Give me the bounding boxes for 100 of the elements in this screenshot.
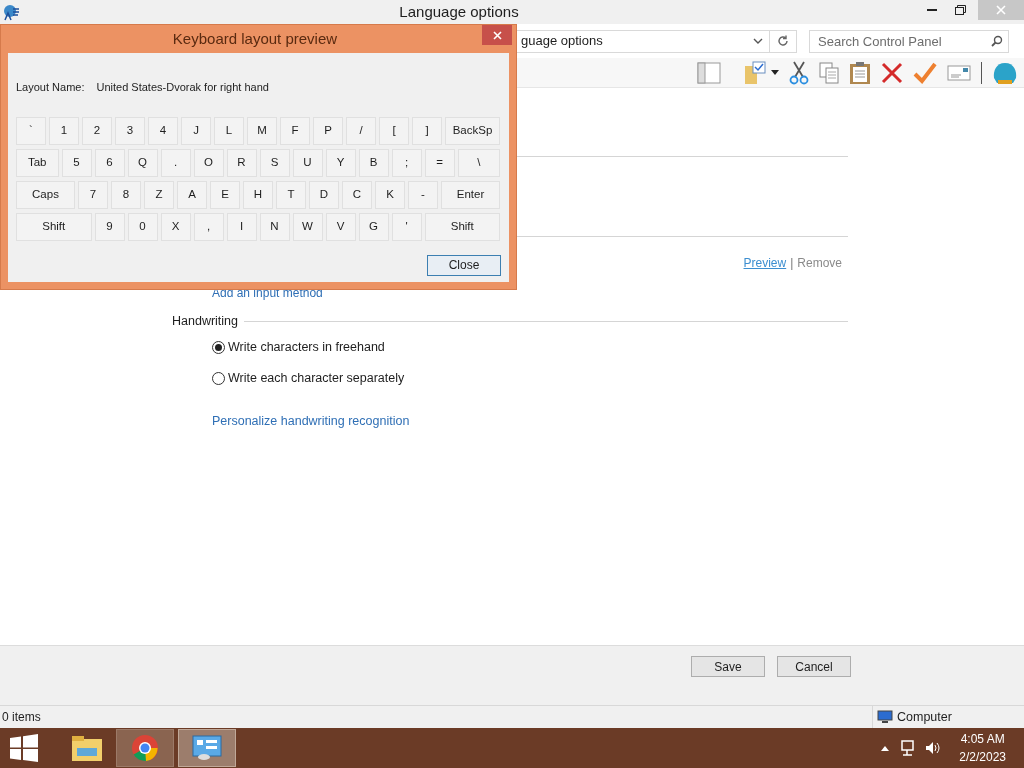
handwriting-link[interactable]: Personalize handwriting recognition [212,411,410,431]
keyboard-key: Shift [16,212,92,241]
radio-button[interactable] [212,371,225,385]
keyboard-key: A [177,180,207,209]
keyboard-key: 9 [94,212,125,241]
status-text: 0 items [1,709,42,726]
keyboard-key: Caps [16,180,75,209]
layout-label: Layout Name: [16,80,85,95]
checkmark-icon[interactable] [913,61,937,84]
chevron-icon [753,37,763,45]
keyboard-key: I [226,212,257,241]
keyboard-key: ] [412,116,442,145]
keyboard-key: N [259,212,290,241]
keyboard-key: BackSp [445,116,500,145]
keyboard-key: P [313,116,343,145]
keyboard-key: Enter [441,180,500,209]
taskbar-item[interactable] [178,729,236,767]
dialog-close-button[interactable]: Close [427,254,501,276]
refresh-icon[interactable] [777,35,789,47]
browser-icon [131,734,159,762]
keyboard-key: J [181,116,211,145]
dialog-title: Keyboard layout preview [171,28,339,49]
delete-icon[interactable] [881,61,903,84]
keyboard-key: K [375,180,405,209]
keyboard-key: 2 [82,116,112,145]
keyboard-key: E [210,180,240,209]
keyboard-key: F [280,116,310,145]
caret-icon[interactable] [771,70,779,75]
radio-label: Write each character separately [228,369,405,387]
keyboard-key: [ [379,116,409,145]
keyboard-key: Z [144,180,174,209]
keyboard-key: W [292,212,323,241]
keyboard-key: 7 [78,180,108,209]
radio-label: Write characters in freehand [228,339,385,356]
keyboard-key: Y [325,148,356,177]
computer-icon [877,710,893,724]
keyboard-key: / [346,116,376,145]
clock-time[interactable]: 4:05 AM [960,730,1005,748]
windows-start-icon[interactable] [10,734,38,762]
keyboard-key: 3 [115,116,145,145]
folder-icon[interactable] [71,734,103,762]
keyboard-key: , [193,212,224,241]
cancel-button[interactable]: Cancel [777,656,851,677]
keyboard-key: G [358,212,389,241]
keyboard-key: - [408,180,438,209]
keyboard-key: Q [127,148,158,177]
layout-name: United States-Dvorak for right hand [96,80,269,95]
keyboard-key: 6 [94,148,125,177]
keyboard-key: U [292,148,323,177]
keyboard-key: . [160,148,191,177]
close-icon [492,30,502,40]
link-separator: | [790,255,794,272]
minimize-icon [927,8,937,12]
taskbar-item[interactable] [116,729,174,767]
keyboard-key: 0 [127,212,158,241]
keyboard-key: ; [391,148,422,177]
close-icon [996,5,1006,15]
clipboard-icon[interactable] [849,60,871,85]
address-path: guage options [520,32,604,51]
keyboard-key: Shift [424,212,500,241]
control-panel-icon [192,735,222,761]
keyboard-key: D [309,180,339,209]
keyboard-key: M [247,116,277,145]
keyboard-key: T [276,180,306,209]
search-field[interactable]: Search Control Panel [809,29,1009,53]
scissors-icon[interactable] [789,60,809,85]
keyboard-key: B [358,148,389,177]
keyboard-key: 4 [148,116,178,145]
envelope-icon[interactable] [947,63,971,82]
keyboard-key: R [226,148,257,177]
keyboard-key: 5 [61,148,92,177]
keyboard-key: ` [16,116,46,145]
keyboard-key: X [160,212,191,241]
folder-check-icon[interactable] [743,60,767,85]
keyboard-key: 8 [111,180,141,209]
radio-button[interactable] [212,340,225,354]
keyboard-key: 1 [49,116,79,145]
globe-icon [2,3,20,21]
restore-icon [954,5,966,15]
keyboard-key: = [424,148,455,177]
close-button[interactable] [482,25,512,45]
keyboard-key: ' [391,212,422,241]
caret-up-icon[interactable] [881,745,890,751]
zone-text: Computer [897,708,952,726]
window-title: Language options [399,2,519,20]
clock-date[interactable]: 2/2/2023 [959,748,1006,766]
keyboard-key: V [325,212,356,241]
keyboard-key: C [342,180,372,209]
speaker-icon[interactable] [925,741,942,755]
keyboard-key: Tab [16,148,59,177]
search-icon [991,34,1003,47]
keyboard-key: O [193,148,224,177]
keyboard-key: H [243,180,273,209]
section-heading: Handwriting [172,313,238,330]
remove-link[interactable]: Remove [797,254,842,272]
keyboard-key: \ [457,148,500,177]
keyboard-key: L [214,116,244,145]
keyboard-key: S [259,148,290,177]
save-button[interactable]: Save [691,656,765,677]
preview-link[interactable]: Preview [743,254,787,272]
